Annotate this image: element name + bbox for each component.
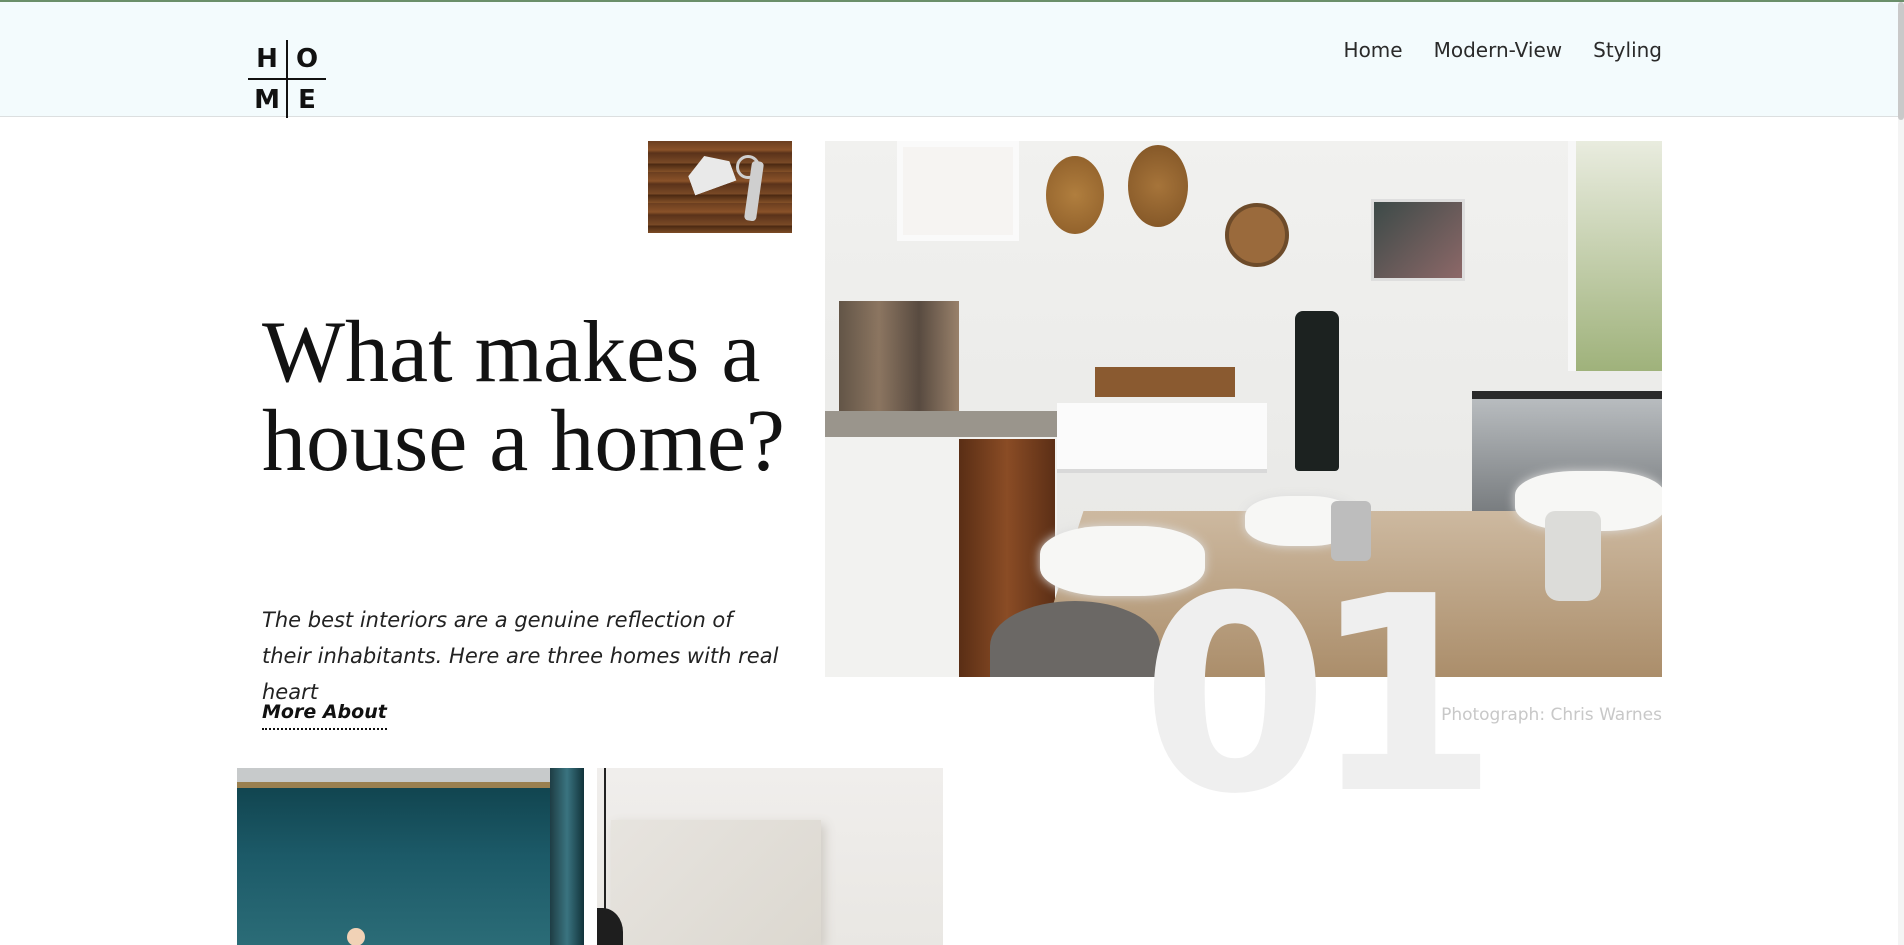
scrollbar-thumb[interactable]: [1898, 2, 1904, 120]
home-logo[interactable]: H O M E: [246, 40, 328, 122]
photo-window-frame: [550, 768, 584, 945]
logo-letter: M: [254, 85, 280, 115]
photo-sieve: [1225, 203, 1289, 267]
photo-canvas-art: [611, 820, 821, 945]
logo-letter: H: [256, 44, 278, 74]
main-nav: Home Modern-View Styling: [1313, 36, 1662, 64]
photo-jug: [1545, 511, 1601, 601]
photo-cutting-board: [1095, 367, 1235, 397]
logo-letter: E: [298, 85, 316, 115]
logo-letter: O: [295, 44, 319, 74]
photo-credit: Photograph: Chris Warnes: [1441, 705, 1662, 725]
hero-headline: What makes a house a home?: [262, 304, 785, 490]
photo-curtain-rod: [237, 782, 584, 788]
photo-window-left: [897, 141, 1019, 241]
photo-utensils: [839, 301, 959, 411]
site-header: H O M E Home Modern-View Styling: [0, 2, 1904, 118]
photo-wall-picture: [1371, 199, 1465, 281]
art-room-card[interactable]: [597, 768, 943, 945]
photo-lamp-cord: [604, 768, 606, 918]
nav-link-home[interactable]: Home: [1344, 36, 1403, 64]
logo-horizontal-rule: [248, 78, 326, 80]
photo-window-right: [1568, 141, 1662, 371]
photo-basket: [1128, 145, 1188, 227]
photo-apron: [1295, 311, 1339, 471]
hero-subtitle: The best interiors are a genuine reflect…: [262, 608, 779, 704]
section-number: 01: [1141, 538, 1499, 853]
photo-basket: [1046, 156, 1104, 234]
photo-lamp: [347, 928, 365, 945]
teal-room-card[interactable]: [237, 768, 584, 945]
scrollbar-track[interactable]: [1898, 2, 1904, 945]
nav-link-styling[interactable]: Styling: [1593, 36, 1662, 64]
house-keys-photo: [648, 141, 792, 233]
photo-counter: [825, 411, 1057, 437]
photo-sink: [1057, 403, 1267, 473]
more-about-link[interactable]: More About: [262, 701, 387, 730]
nav-link-modern-view[interactable]: Modern-View: [1434, 36, 1563, 64]
photo-ceiling: [237, 768, 584, 782]
house-keychain-shape: [684, 149, 737, 196]
